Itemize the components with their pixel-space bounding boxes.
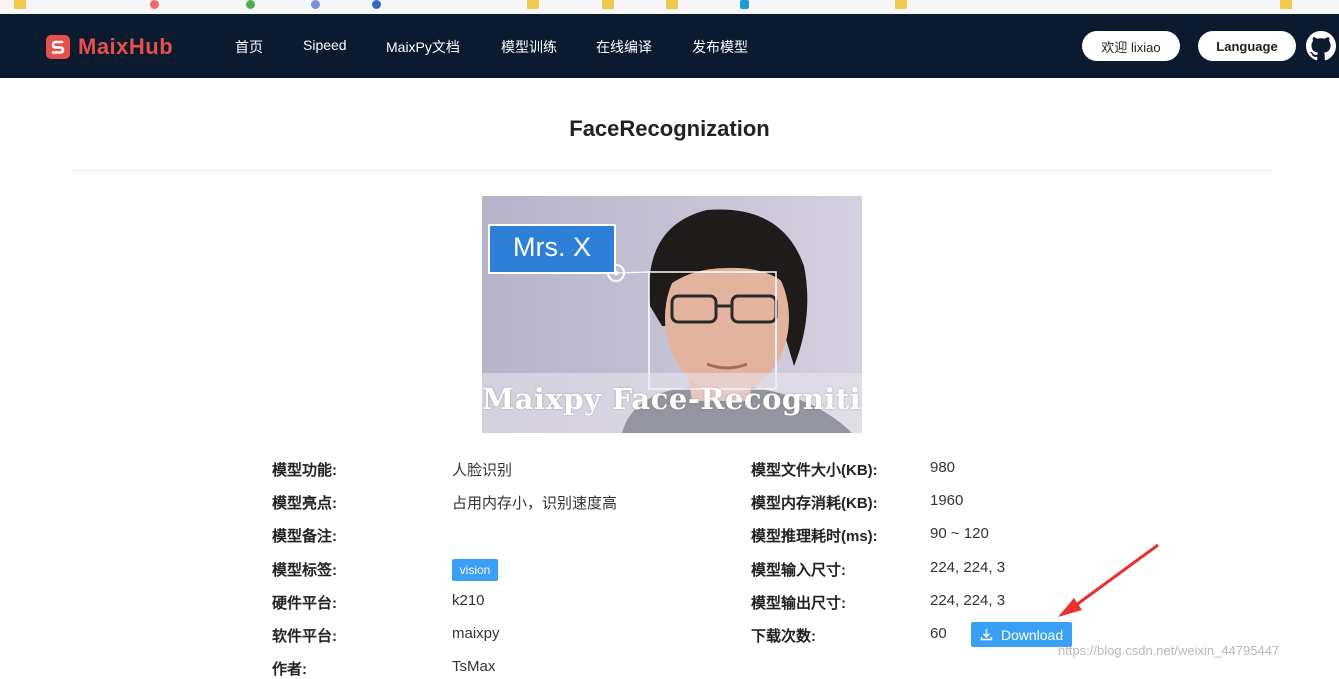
csdn-watermark: https://blog.csdn.net/weixin_44795447 bbox=[1058, 643, 1280, 658]
nav-model-training[interactable]: 模型训练 bbox=[501, 37, 557, 57]
detail-label-highlight: 模型亮点: bbox=[272, 495, 337, 512]
logo-text: MaixHub bbox=[78, 34, 174, 59]
detail-value-function: 人脸识别 bbox=[452, 462, 513, 479]
bookmark-site-icon[interactable] bbox=[740, 0, 749, 9]
language-button[interactable]: Language bbox=[1198, 31, 1296, 61]
detail-value-file-size: 980 bbox=[930, 459, 956, 476]
detail-label-author: 作者: bbox=[272, 661, 307, 678]
download-icon bbox=[980, 629, 993, 641]
nav-maixpy-docs[interactable]: MaixPy文档 bbox=[386, 37, 460, 57]
title-divider bbox=[72, 170, 1272, 171]
download-button[interactable]: Download bbox=[971, 622, 1072, 647]
nav-online-compile[interactable]: 在线编译 bbox=[596, 37, 652, 57]
top-navbar: MaixHub 首页 Sipeed MaixPy文档 模型训练 在线编译 发布模… bbox=[0, 14, 1339, 78]
detail-label-input-size: 模型输入尺寸: bbox=[751, 562, 846, 579]
detail-value-author: TsMax bbox=[452, 658, 496, 675]
bookmark-folder-icon[interactable] bbox=[527, 0, 539, 9]
detail-value-input-size: 224, 224, 3 bbox=[930, 559, 1006, 576]
detail-value-output-size: 224, 224, 3 bbox=[930, 592, 1006, 609]
detail-value-memory: 1960 bbox=[930, 492, 964, 509]
nav-publish-model[interactable]: 发布模型 bbox=[692, 37, 748, 57]
detail-label-output-size: 模型输出尺寸: bbox=[751, 595, 846, 612]
bookmark-folder-icon[interactable] bbox=[602, 0, 614, 9]
bookmark-site-icon[interactable] bbox=[150, 0, 159, 9]
page-title: FaceRecognization bbox=[569, 116, 770, 141]
detail-value-hardware: k210 bbox=[452, 592, 485, 609]
detail-label-function: 模型功能: bbox=[272, 462, 337, 479]
user-welcome-button[interactable]: 欢迎 lixiao bbox=[1082, 31, 1180, 61]
model-preview-image: Mrs. X Maixpy Face-Recognition bbox=[482, 196, 862, 433]
bookmark-site-icon[interactable] bbox=[246, 0, 255, 9]
detail-value-inference-time: 90 ~ 120 bbox=[930, 525, 989, 542]
detail-label-download-count: 下载次数: bbox=[751, 628, 816, 645]
detail-label-inference-time: 模型推理耗时(ms): bbox=[751, 528, 878, 545]
image-caption: Maixpy Face-Recognition bbox=[482, 382, 862, 416]
nav-sipeed[interactable]: Sipeed bbox=[303, 37, 347, 53]
detail-label-file-size: 模型文件大小(KB): bbox=[751, 462, 878, 479]
browser-bookmark-bar bbox=[0, 0, 1339, 15]
detail-value-download-count: 60 bbox=[930, 625, 947, 642]
bookmark-folder-icon[interactable] bbox=[666, 0, 678, 9]
bookmark-site-icon[interactable] bbox=[311, 0, 320, 9]
maixhub-logo[interactable]: MaixHub bbox=[46, 34, 174, 59]
bookmark-folder-icon[interactable] bbox=[1280, 0, 1292, 9]
detail-label-memory: 模型内存消耗(KB): bbox=[751, 495, 878, 512]
annotation-arrow-icon bbox=[1058, 543, 1159, 617]
github-icon[interactable] bbox=[1306, 31, 1336, 61]
tag-vision[interactable]: vision bbox=[452, 559, 498, 581]
detail-value-software: maixpy bbox=[452, 625, 500, 642]
download-button-label: Download bbox=[1000, 626, 1064, 643]
recognized-name-label: Mrs. X bbox=[513, 232, 591, 262]
detail-label-notes: 模型备注: bbox=[272, 528, 337, 545]
bookmark-folder-icon[interactable] bbox=[14, 0, 26, 9]
logo-s-icon bbox=[46, 35, 70, 59]
bookmark-folder-icon[interactable] bbox=[895, 0, 907, 9]
detail-label-hardware: 硬件平台: bbox=[272, 595, 337, 612]
bookmark-site-icon[interactable] bbox=[372, 0, 381, 9]
detail-label-software: 软件平台: bbox=[272, 628, 337, 645]
detail-value-highlight: 占用内存小，识别速度高 bbox=[452, 495, 618, 512]
detail-label-tags: 模型标签: bbox=[272, 562, 337, 579]
nav-home[interactable]: 首页 bbox=[235, 37, 263, 57]
